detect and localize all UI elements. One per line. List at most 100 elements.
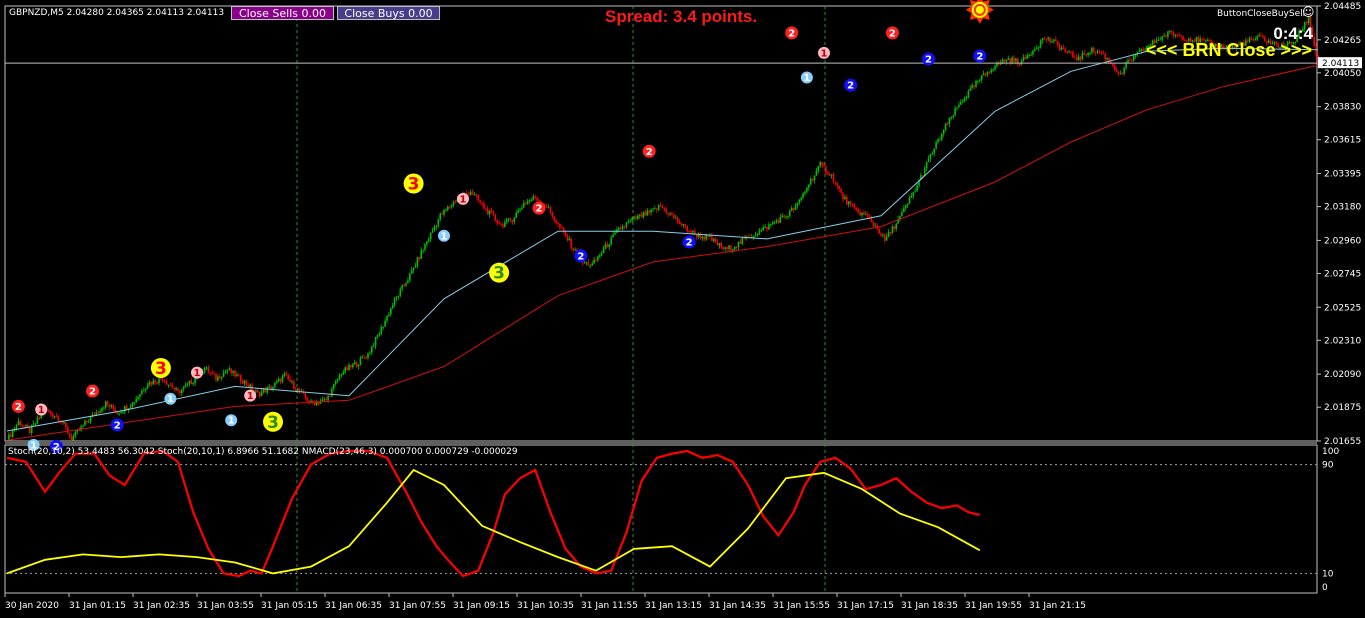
candle-bear bbox=[238, 374, 240, 376]
candle-bear bbox=[1170, 30, 1173, 33]
candle-bull bbox=[1068, 51, 1070, 53]
candle-bear bbox=[293, 381, 295, 389]
close-sells-button[interactable]: Close Sells 0.00 bbox=[231, 6, 334, 20]
candle-bull bbox=[361, 357, 364, 359]
candle-bear bbox=[1176, 34, 1179, 36]
candle-bull bbox=[260, 391, 263, 397]
candle-bull bbox=[523, 203, 525, 208]
candle-bull bbox=[131, 402, 134, 408]
candle-bear bbox=[1102, 53, 1105, 55]
candle-bull bbox=[148, 382, 151, 386]
candle-bear bbox=[1024, 57, 1027, 59]
candle-bear bbox=[735, 247, 738, 249]
candle-bull bbox=[642, 212, 645, 217]
candle-bull bbox=[424, 244, 426, 250]
candle-bear bbox=[690, 231, 692, 233]
candle-bear bbox=[716, 242, 719, 246]
candle-bull bbox=[429, 232, 432, 240]
candle-bull bbox=[954, 108, 956, 116]
candle-bull bbox=[450, 205, 453, 207]
candle-bear bbox=[509, 218, 512, 220]
candle-bull bbox=[597, 256, 599, 261]
candle-bear bbox=[644, 212, 647, 216]
candle-bear bbox=[239, 374, 242, 382]
candle-bear bbox=[247, 384, 250, 388]
candle-bull bbox=[931, 153, 934, 155]
candle-bull bbox=[794, 206, 797, 210]
candle-bear bbox=[524, 203, 527, 205]
candle-bull bbox=[798, 199, 801, 203]
candle-bear bbox=[859, 212, 861, 216]
candle-bull bbox=[118, 413, 120, 415]
time-tick-label: 31 Jan 11:55 bbox=[581, 601, 638, 611]
candle-bull bbox=[865, 214, 867, 216]
candle-bear bbox=[492, 212, 495, 216]
candle-bull bbox=[266, 387, 269, 393]
candle-bull bbox=[110, 405, 113, 408]
time-tick-label: 31 Jan 05:15 bbox=[261, 601, 318, 611]
signal-label: 1 bbox=[821, 48, 828, 59]
candle-bear bbox=[872, 222, 875, 226]
candle-bull bbox=[1001, 59, 1004, 63]
candle-bear bbox=[57, 416, 60, 421]
candle-bear bbox=[884, 234, 886, 241]
candle-bear bbox=[1079, 56, 1082, 60]
candle-bear bbox=[498, 223, 500, 225]
candle-bear bbox=[557, 222, 559, 224]
candle-bear bbox=[403, 285, 405, 287]
candle-bull bbox=[1015, 58, 1017, 62]
candle-bull bbox=[443, 209, 445, 215]
candle-bear bbox=[783, 215, 785, 218]
candle-bear bbox=[659, 205, 662, 207]
candle-bull bbox=[692, 230, 694, 233]
close-buys-button[interactable]: Close Buys 0.00 bbox=[337, 6, 440, 20]
candle-bear bbox=[1013, 57, 1015, 62]
candle-bull bbox=[815, 170, 818, 176]
current-price-label: 2.04113 bbox=[1322, 59, 1359, 69]
candle-bear bbox=[946, 123, 949, 125]
candle-bear bbox=[1262, 35, 1264, 38]
candle-bear bbox=[207, 367, 210, 373]
candle-bull bbox=[36, 417, 39, 424]
candle-bear bbox=[486, 208, 489, 215]
candle-bull bbox=[1037, 46, 1040, 49]
candle-bull bbox=[399, 288, 402, 296]
candle-bull bbox=[133, 402, 136, 404]
candle-bull bbox=[1163, 35, 1165, 37]
candle-bear bbox=[1003, 59, 1006, 62]
candle-bear bbox=[365, 357, 367, 359]
time-tick-label: 31 Jan 03:55 bbox=[197, 601, 254, 611]
candle-bear bbox=[828, 174, 831, 176]
candle-bear bbox=[688, 230, 690, 232]
candle-bull bbox=[338, 375, 341, 380]
time-tick-label: 31 Jan 10:35 bbox=[517, 601, 574, 611]
candle-bull bbox=[1140, 48, 1143, 51]
candle-bull bbox=[925, 161, 928, 169]
candle-bear bbox=[1018, 64, 1021, 66]
candle-bear bbox=[86, 421, 88, 423]
candle-bull bbox=[1119, 73, 1122, 75]
candle-bear bbox=[49, 410, 52, 414]
candle-bull bbox=[939, 139, 941, 141]
candle-bear bbox=[219, 376, 221, 379]
candle-bull bbox=[158, 378, 160, 384]
candle-bear bbox=[827, 173, 829, 175]
candle-bear bbox=[162, 379, 164, 382]
candle-bear bbox=[880, 233, 882, 236]
time-tick-label: 31 Jan 19:55 bbox=[965, 601, 1022, 611]
candle-bear bbox=[1085, 54, 1087, 56]
candle-bull bbox=[568, 238, 571, 241]
candle-bull bbox=[806, 187, 808, 192]
candle-bull bbox=[182, 386, 185, 390]
price-tick-label: 2.01655 bbox=[1324, 437, 1361, 447]
candle-bear bbox=[1056, 41, 1059, 45]
brn-close-button[interactable]: <<< BRN Close >>> bbox=[1146, 40, 1312, 61]
candle-bull bbox=[528, 200, 531, 202]
moving-average-line bbox=[6, 47, 1319, 432]
candle-bull bbox=[428, 239, 430, 242]
candle-bull bbox=[737, 241, 740, 248]
candle-bull bbox=[600, 253, 603, 256]
candle-bull bbox=[1011, 57, 1013, 63]
candle-bear bbox=[1165, 35, 1167, 37]
candle-bear bbox=[279, 378, 282, 382]
